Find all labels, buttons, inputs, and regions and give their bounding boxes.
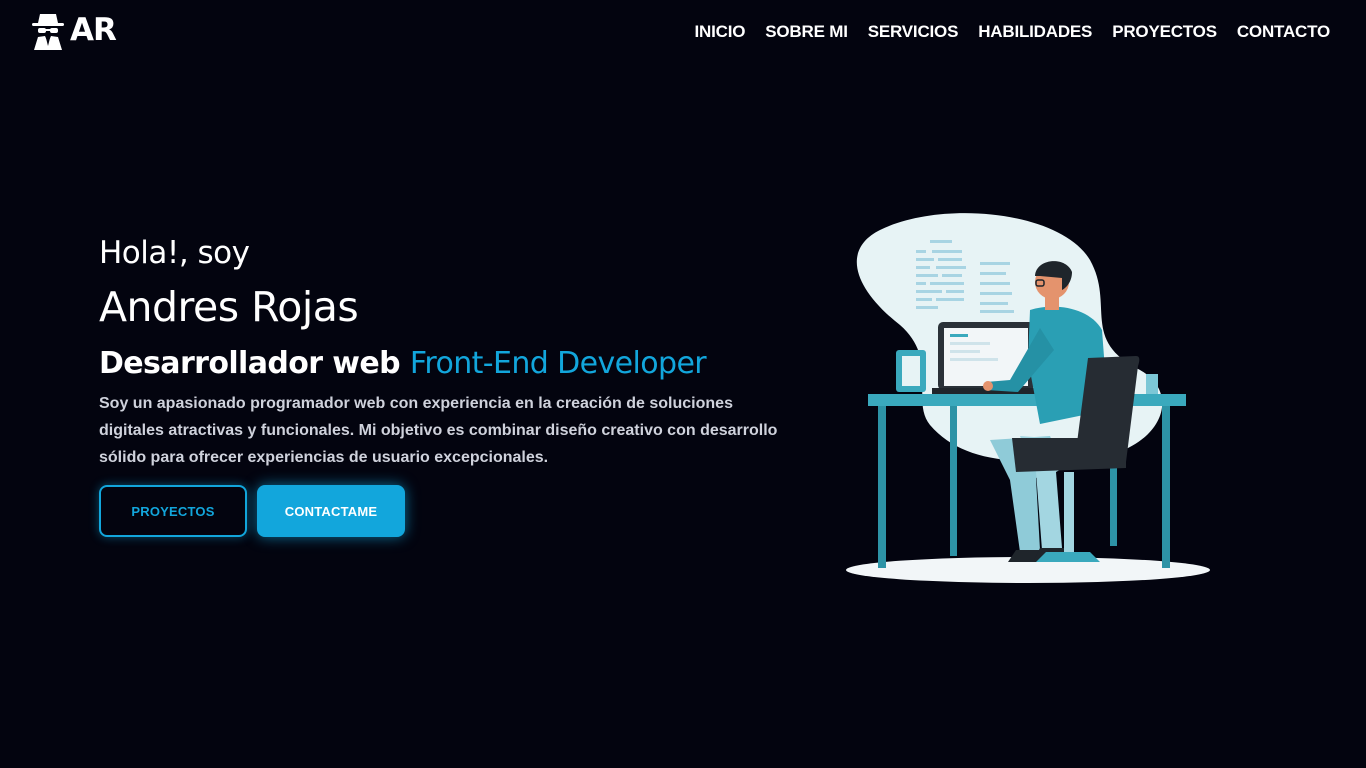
hero-role-prefix: Desarrollador web [99,346,401,381]
logo[interactable]: AR [30,10,117,50]
logo-text: AR [70,11,117,48]
nav-item-inicio[interactable]: INICIO [695,22,746,42]
developer-at-desk-illustration [840,210,1220,590]
hero-section: Hola!, soy Andres Rojas Desarrollador we… [99,232,799,537]
projects-button[interactable]: PROYECTOS [99,485,247,537]
nav-item-proyectos[interactable]: PROYECTOS [1112,22,1217,42]
hero-bio: Soy un apasionado programador web con ex… [99,395,778,466]
main-nav: INICIO SOBRE MI SERVICIOS HABILIDADES PR… [695,22,1331,42]
hero-role-accent: Front-End Developer [409,346,707,381]
page: AR INICIO SOBRE MI SERVICIOS HABILIDADES… [0,0,1366,768]
desk-top [868,394,1186,406]
nav-item-servicios[interactable]: SERVICIOS [868,22,959,42]
hero-buttons: PROYECTOS CONTACTAME [99,485,799,537]
contact-button[interactable]: CONTACTAME [257,485,405,537]
nav-item-sobre-mi[interactable]: SOBRE MI [765,22,848,42]
nav-item-contacto[interactable]: CONTACTO [1237,22,1330,42]
hero-role: Desarrollador web Front-End Developer [99,344,799,384]
nav-item-habilidades[interactable]: HABILIDADES [978,22,1092,42]
hero-greeting: Hola!, soy [99,235,250,271]
chair-seat [1012,438,1126,472]
site-header: AR INICIO SOBRE MI SERVICIOS HABILIDADES… [0,0,1366,66]
hero-name: Andres Rojas [99,283,359,331]
spy-icon [30,10,66,50]
